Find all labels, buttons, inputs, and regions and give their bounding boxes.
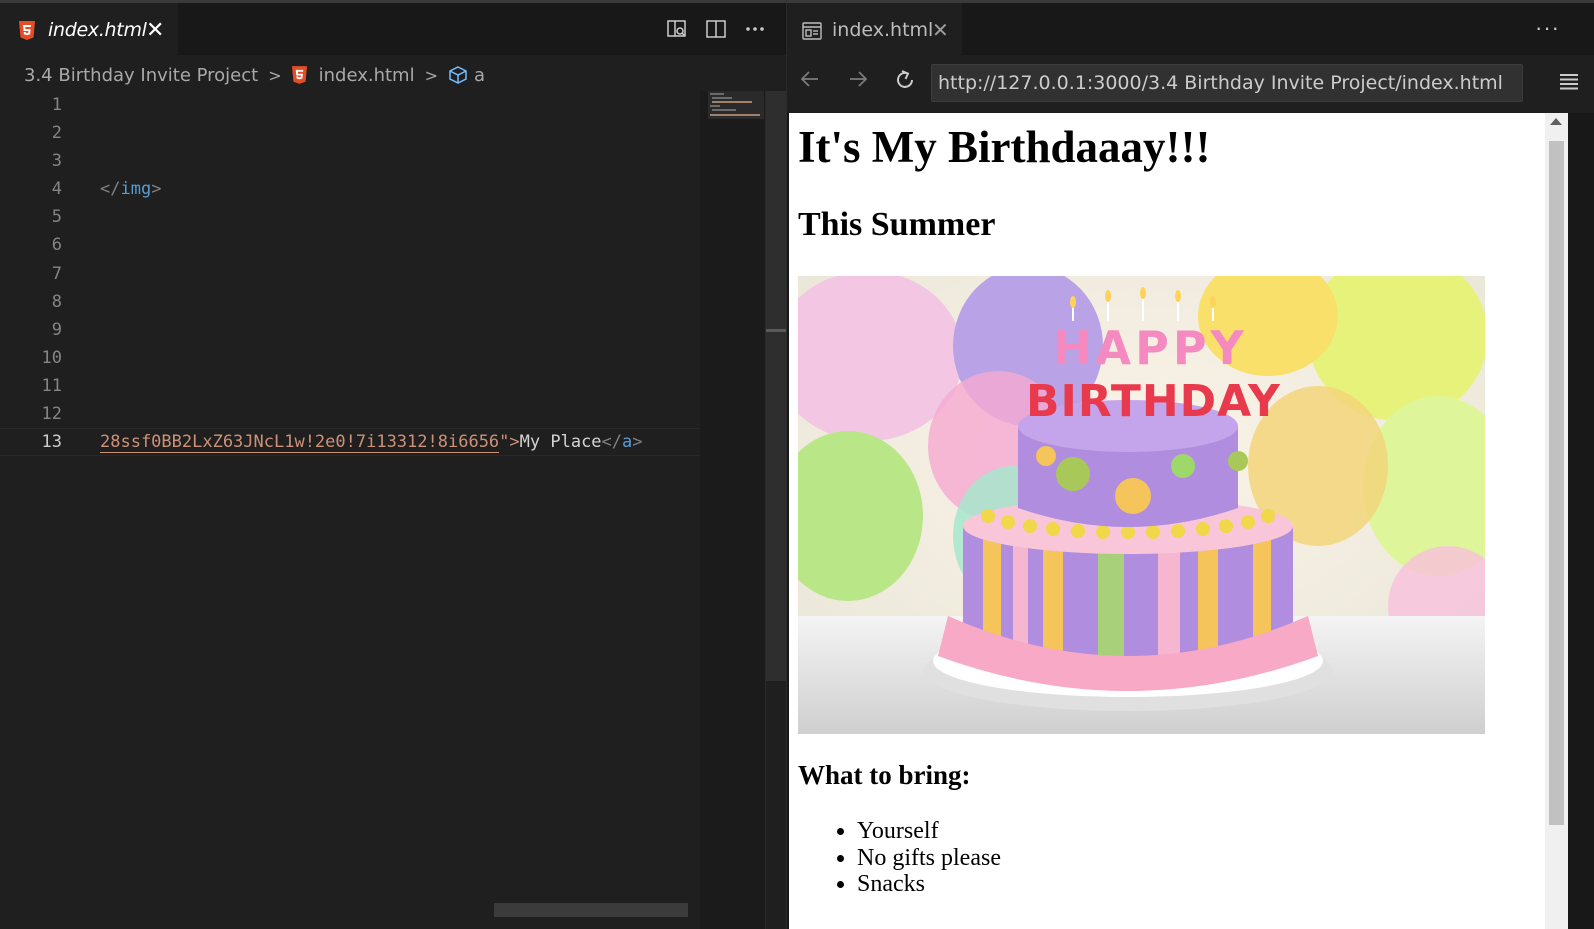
more-actions-icon[interactable]	[744, 18, 766, 40]
editor-vertical-scrollbar[interactable]	[765, 91, 786, 929]
line-number: 13	[41, 432, 62, 453]
link-text: My Place	[519, 432, 602, 453]
split-editor-icon[interactable]	[705, 18, 727, 40]
line-number: 5	[51, 207, 62, 228]
browser-tab-index-html[interactable]: index.html ✕	[787, 3, 962, 55]
list-item: Yourself	[857, 818, 1001, 845]
minimap[interactable]	[700, 91, 765, 929]
line-number: 4	[51, 179, 62, 200]
list-item: Snacks	[857, 871, 1001, 898]
preview-icon	[802, 22, 822, 40]
minimap-line	[710, 93, 724, 95]
cake-letters-happy: HAPPY	[1053, 321, 1248, 375]
code-area[interactable]: </img> 28ssf0BB2LxZ63JNcL1w!2e0!7i13312!…	[100, 91, 700, 456]
line-number: 9	[51, 319, 62, 340]
open-preview-icon[interactable]	[666, 18, 688, 40]
html5-file-icon	[291, 66, 307, 84]
editor-actions	[666, 18, 766, 40]
symbol-element-icon	[449, 66, 467, 84]
line-number-gutter: 1 2 3 4 5 6 7 8 9 10 11 12 13	[0, 91, 80, 456]
minimap-line	[712, 97, 732, 99]
line-number: 6	[51, 235, 62, 256]
scrollbar-thumb[interactable]	[1549, 141, 1564, 825]
html5-file-icon	[19, 21, 35, 40]
browser-navigation-bar: http://127.0.0.1:3000/3.4 Birthday Invit…	[787, 55, 1594, 113]
close-icon[interactable]: ✕	[932, 18, 949, 43]
birthday-cake-image: HAPPY BIRTHDAY	[798, 276, 1485, 734]
editor-tab-bar: index.html ✕	[0, 3, 786, 55]
tag-name: img	[120, 179, 152, 200]
line-number: 8	[51, 291, 62, 312]
chevron-right-icon: >	[424, 65, 438, 85]
code-line-13: 28ssf0BB2LxZ63JNcL1w!2e0!7i13312!8i6656"…	[100, 428, 700, 456]
cursor-position-marker	[766, 329, 786, 332]
breadcrumb-folder[interactable]: 3.4 Birthday Invite Project	[24, 65, 258, 86]
bring-list: Yourself No gifts please Snacks	[857, 818, 1001, 898]
tag-bracket: </	[100, 179, 121, 200]
editor-tab-index-html[interactable]: index.html ✕	[0, 3, 178, 55]
breadcrumb-file[interactable]: index.html	[319, 65, 415, 86]
scroll-up-arrow-icon[interactable]	[1550, 118, 1562, 125]
code-line-4: </img>	[100, 175, 700, 203]
editor-tab-label: index.html	[48, 19, 147, 41]
line-number: 3	[51, 151, 62, 172]
minimap-line	[712, 109, 736, 111]
line-number: 12	[41, 404, 62, 425]
line-number: 1	[51, 95, 62, 115]
hamburger-menu-icon[interactable]	[1559, 72, 1579, 95]
breadcrumb: 3.4 Birthday Invite Project > index.html…	[24, 62, 485, 88]
string-quote: ">	[499, 432, 520, 453]
browser-tab-label: index.html	[832, 19, 934, 41]
code-editor-pane: index.html ✕ 3.4 Birthday Invite Project…	[0, 0, 786, 929]
line-number: 10	[41, 347, 62, 368]
simple-browser-pane: index.html ✕ ··· http://127.0.0.1:3000/3…	[786, 0, 1594, 929]
reload-icon[interactable]	[893, 68, 917, 99]
rendered-page: It's My Birthdaaay!!! This Summer HAPPY …	[789, 113, 1549, 929]
tag-bracket: >	[151, 179, 162, 200]
editor-horizontal-scrollbar[interactable]	[494, 903, 688, 917]
list-item: No gifts please	[857, 845, 1001, 872]
tag-bracket: >	[632, 432, 643, 453]
page-subheading: This Summer	[798, 206, 996, 243]
cake-letters-birthday: BIRTHDAY	[1026, 376, 1281, 427]
minimap-line	[712, 101, 752, 103]
line-number: 2	[51, 123, 62, 144]
forward-arrow-icon[interactable]	[847, 68, 869, 97]
page-vertical-scrollbar[interactable]	[1545, 113, 1568, 929]
page-heading: It's My Birthdaaay!!!	[798, 122, 1211, 172]
tag-bracket: </	[601, 432, 623, 453]
close-icon[interactable]: ✕	[146, 17, 164, 43]
href-string: 28ssf0BB2LxZ63JNcL1w!2e0!7i13312!8i6656	[100, 432, 500, 454]
breadcrumb-symbol[interactable]: a	[474, 65, 485, 86]
bring-heading: What to bring:	[798, 760, 971, 790]
tag-name: a	[622, 432, 633, 453]
back-arrow-icon[interactable]	[799, 68, 821, 97]
line-number: 7	[51, 263, 62, 284]
scrollbar-thumb[interactable]	[766, 91, 786, 681]
line-number: 11	[41, 375, 62, 396]
minimap-line	[710, 105, 720, 107]
more-actions-icon[interactable]: ···	[1535, 15, 1560, 41]
chevron-right-icon: >	[268, 65, 282, 85]
address-bar[interactable]: http://127.0.0.1:3000/3.4 Birthday Invit…	[931, 64, 1523, 102]
minimap-line	[710, 114, 760, 116]
